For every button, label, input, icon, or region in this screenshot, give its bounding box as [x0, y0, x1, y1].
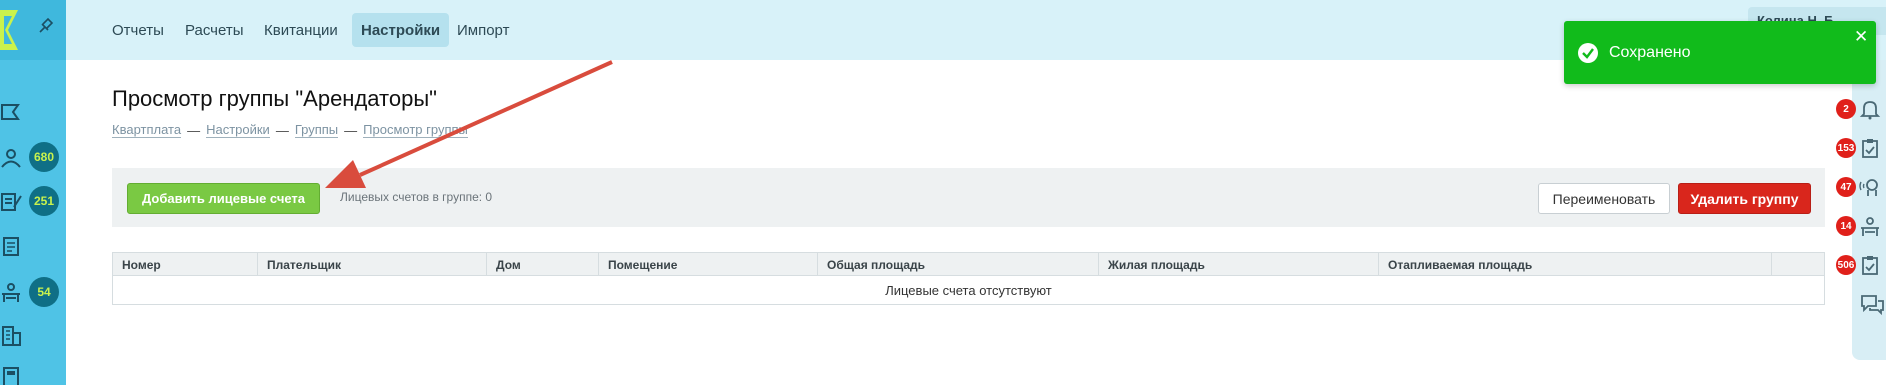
action-bar: Добавить лицевые счета Лицевых счетов в …	[112, 168, 1825, 227]
column-header-house[interactable]: Дом	[487, 253, 599, 276]
clipboard-check-icon[interactable]	[1859, 254, 1881, 276]
sidebar-badge-people: 680	[29, 142, 59, 172]
breadcrumb-current: Просмотр группы	[363, 122, 468, 138]
column-header-premises[interactable]: Помещение	[599, 253, 818, 276]
desk-person-icon[interactable]	[1859, 215, 1881, 237]
column-header-number[interactable]: Номер	[113, 253, 258, 276]
nav-item-settings[interactable]: Настройки	[352, 13, 450, 47]
breadcrumb-separator: —	[344, 122, 358, 138]
chat-bubbles-icon[interactable]	[1859, 292, 1885, 318]
sidebar-badge-desk: 54	[29, 277, 59, 307]
sidebar-badge-edit: 251	[29, 186, 59, 216]
nav-item-reports[interactable]: Отчеты	[103, 13, 173, 47]
accounts-table: Номер Плательщик Дом Помещение Общая пло…	[112, 252, 1825, 305]
checklist-badge: 506	[1836, 255, 1856, 275]
success-toast: Сохранено ✕	[1564, 21, 1876, 84]
toast-message: Сохранено	[1609, 44, 1691, 61]
nav-item-import[interactable]: Импорт	[448, 13, 518, 47]
column-header-heated-area[interactable]: Отапливаемая площадь	[1379, 253, 1772, 276]
breadcrumb: Квартплата — Настройки — Группы — Просмо…	[112, 122, 468, 138]
building-icon[interactable]	[0, 324, 22, 346]
requests-badge: 47	[1836, 177, 1856, 197]
add-accounts-button[interactable]: Добавить лицевые счета	[127, 183, 320, 214]
breadcrumb-separator: —	[187, 122, 201, 138]
breadcrumb-link-settings[interactable]: Настройки	[206, 122, 270, 138]
documents-icon[interactable]	[0, 236, 22, 258]
flag-icon[interactable]	[0, 102, 22, 124]
clipboard-check-icon[interactable]	[1859, 137, 1881, 159]
column-header-living-area[interactable]: Жилая площадь	[1099, 253, 1379, 276]
page-title: Просмотр группы "Арендаторы"	[112, 86, 437, 111]
desk-badge: 14	[1836, 216, 1856, 236]
notifications-badge: 2	[1836, 99, 1856, 119]
breadcrumb-link-kvartplata[interactable]: Квартплата	[112, 122, 182, 138]
rename-button[interactable]: Переименовать	[1538, 183, 1670, 214]
sidebar: 680 251 54	[0, 0, 66, 385]
column-header-total-area[interactable]: Общая площадь	[818, 253, 1099, 276]
check-circle-icon	[1578, 43, 1598, 63]
logo-icon	[0, 10, 54, 50]
table-header: Номер Плательщик Дом Помещение Общая пло…	[113, 253, 1824, 276]
nav-item-receipts[interactable]: Квитанции	[255, 13, 347, 47]
delete-group-button[interactable]: Удалить группу	[1678, 183, 1811, 214]
people-icon[interactable]	[0, 147, 22, 169]
tasks-badge: 153	[1836, 138, 1856, 158]
accounts-count-label: Лицевых счетов в группе: 0	[340, 190, 493, 204]
speaking-head-icon[interactable]	[1859, 176, 1881, 198]
edit-list-icon[interactable]	[0, 191, 22, 213]
close-icon[interactable]: ✕	[1854, 28, 1868, 45]
calculator-icon[interactable]	[0, 366, 22, 385]
breadcrumb-link-groups[interactable]: Группы	[294, 122, 339, 138]
logo[interactable]	[0, 0, 66, 60]
breadcrumb-separator: —	[275, 122, 289, 138]
bell-icon[interactable]	[1859, 98, 1881, 120]
nav-item-calculations[interactable]: Расчеты	[176, 13, 253, 47]
desk-person-icon[interactable]	[0, 281, 22, 303]
column-header-actions	[1772, 253, 1824, 276]
table-empty-row: Лицевые счета отсутствуют	[885, 282, 1052, 298]
app-window: 680 251 54 Отчеты Расчеты Квитанции Наст…	[0, 0, 1886, 385]
column-header-payer[interactable]: Плательщик	[258, 253, 487, 276]
